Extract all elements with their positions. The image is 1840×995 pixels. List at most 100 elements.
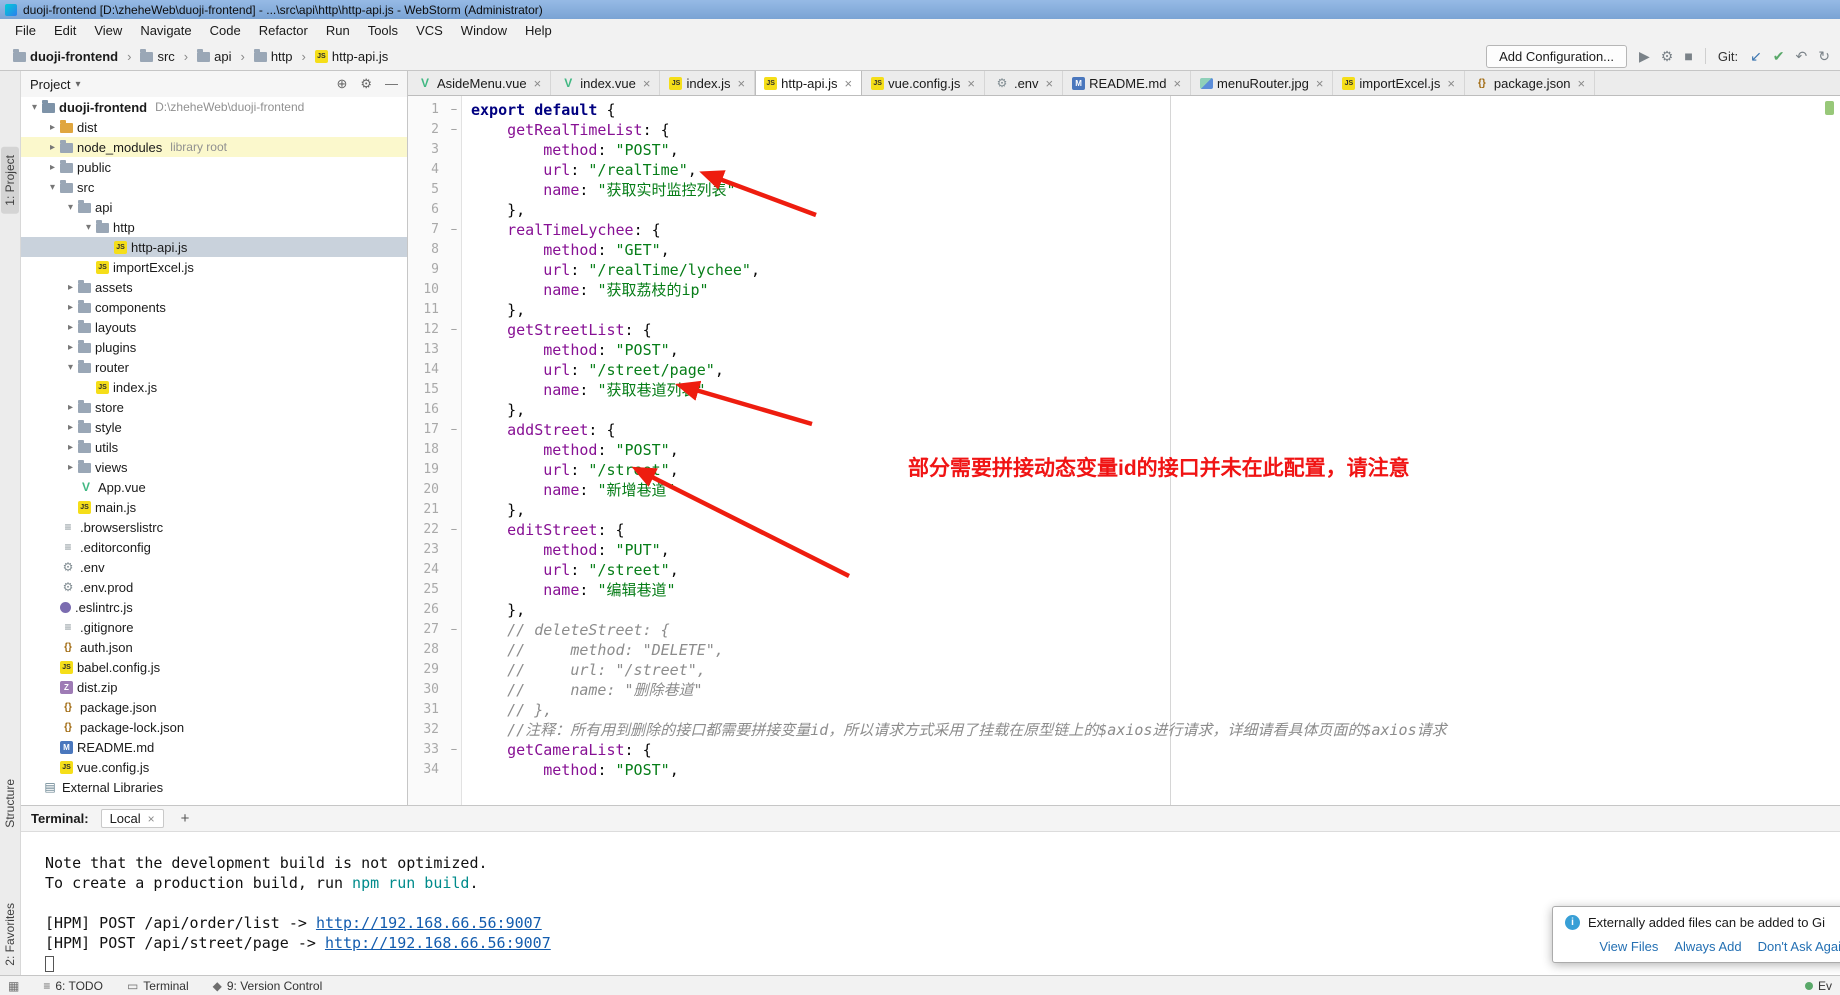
close-icon[interactable]: × (1316, 77, 1324, 90)
close-icon[interactable]: × (534, 77, 542, 90)
chevron-right-icon[interactable]: ▸ (63, 422, 78, 433)
tree-item-vue.config.js[interactable]: JSvue.config.js (21, 757, 407, 777)
chevron-right-icon[interactable]: ▸ (63, 442, 78, 453)
tree-item-plugins[interactable]: ▸plugins (21, 337, 407, 357)
menu-item-navigate[interactable]: Navigate (131, 20, 200, 41)
tree-item-.eslintrc.js[interactable]: .eslintrc.js (21, 597, 407, 617)
close-icon[interactable]: × (1447, 77, 1455, 90)
tree-item-.gitignore[interactable]: ≡.gitignore (21, 617, 407, 637)
tree-item-babel.config.js[interactable]: JSbabel.config.js (21, 657, 407, 677)
tool-button-project[interactable]: 1: Project (1, 147, 19, 214)
tab-vue.config.js[interactable]: JSvue.config.js× (862, 71, 985, 95)
tree-item-package.json[interactable]: {}package.json (21, 697, 407, 717)
tree-item-.browserslistrc[interactable]: ≡.browserslistrc (21, 517, 407, 537)
tree-item-store[interactable]: ▸store (21, 397, 407, 417)
breadcrumb-item[interactable]: JShttp-api.js (312, 47, 391, 66)
history-icon[interactable]: ↻ (1818, 49, 1830, 63)
chevron-down-icon[interactable]: ▾ (75, 79, 80, 90)
tab-README.md[interactable]: MREADME.md× (1063, 71, 1191, 95)
close-icon[interactable]: × (148, 812, 155, 826)
tree-item-dist.zip[interactable]: Zdist.zip (21, 677, 407, 697)
tool-button-favorites[interactable]: 2: Favorites (1, 895, 19, 974)
status-todo[interactable]: ≡6: TODO (43, 979, 103, 993)
chevron-right-icon[interactable]: ▸ (63, 462, 78, 473)
event-log-indicator[interactable]: Ev (1805, 979, 1832, 993)
status-version-control[interactable]: ◆9: Version Control (213, 979, 323, 993)
tree-item-layouts[interactable]: ▸layouts (21, 317, 407, 337)
menu-item-refactor[interactable]: Refactor (250, 20, 317, 41)
close-icon[interactable]: × (643, 77, 651, 90)
tree-item-README.md[interactable]: MREADME.md (21, 737, 407, 757)
update-project-icon[interactable]: ↙ (1750, 49, 1762, 63)
fold-marker[interactable]: − (446, 420, 462, 440)
menu-item-code[interactable]: Code (201, 20, 250, 41)
chevron-right-icon[interactable]: ▸ (63, 302, 78, 313)
chevron-right-icon[interactable]: ▸ (45, 122, 60, 133)
tree-item-main.js[interactable]: JSmain.js (21, 497, 407, 517)
tab-index.js[interactable]: JSindex.js× (660, 71, 755, 95)
add-configuration-button[interactable]: Add Configuration... (1486, 45, 1627, 68)
tab-menuRouter.jpg[interactable]: menuRouter.jpg× (1191, 71, 1333, 95)
notification-link[interactable]: Always Add (1674, 939, 1741, 954)
tree-item-components[interactable]: ▸components (21, 297, 407, 317)
tree-item-App.vue[interactable]: VApp.vue (21, 477, 407, 497)
chevron-right-icon[interactable]: ▸ (45, 142, 60, 153)
menu-item-run[interactable]: Run (317, 20, 359, 41)
menu-item-file[interactable]: File (6, 20, 45, 41)
tab-.env[interactable]: ⚙.env× (985, 71, 1063, 95)
close-icon[interactable]: × (845, 77, 853, 90)
tab-importExcel.js[interactable]: JSimportExcel.js× (1333, 71, 1465, 95)
tree-item-views[interactable]: ▸views (21, 457, 407, 477)
chevron-down-icon[interactable]: ▾ (63, 202, 78, 213)
menu-item-edit[interactable]: Edit (45, 20, 85, 41)
menu-item-window[interactable]: Window (452, 20, 516, 41)
tree-item-package-lock.json[interactable]: {}package-lock.json (21, 717, 407, 737)
tree-item-http[interactable]: ▾http (21, 217, 407, 237)
notification-link[interactable]: View Files (1599, 939, 1658, 954)
debug-icon[interactable]: ⚙ (1661, 49, 1674, 63)
notification-link[interactable]: Don't Ask Agai (1758, 939, 1840, 954)
close-icon[interactable]: × (1173, 77, 1181, 90)
run-icon[interactable]: ▶ (1639, 49, 1650, 63)
tab-index.vue[interactable]: Vindex.vue× (551, 71, 660, 95)
breadcrumb-item[interactable]: api (194, 47, 234, 66)
chevron-down-icon[interactable]: ▾ (45, 182, 60, 193)
menu-item-view[interactable]: View (85, 20, 131, 41)
chevron-right-icon[interactable]: ▸ (63, 282, 78, 293)
fold-marker[interactable]: − (446, 620, 462, 640)
close-icon[interactable]: × (967, 77, 975, 90)
tree-item-.editorconfig[interactable]: ≡.editorconfig (21, 537, 407, 557)
tree-item-.env.prod[interactable]: ⚙.env.prod (21, 577, 407, 597)
chevron-down-icon[interactable]: ▾ (63, 362, 78, 373)
tree-item-node_modules[interactable]: ▸node_moduleslibrary root (21, 137, 407, 157)
fold-marker[interactable]: − (446, 120, 462, 140)
chevron-right-icon[interactable]: ▸ (45, 162, 60, 173)
hide-panel-icon[interactable]: — (385, 76, 398, 92)
fold-marker[interactable]: − (446, 740, 462, 760)
settings-gear-icon[interactable]: ⚙ (360, 76, 372, 92)
tree-item-utils[interactable]: ▸utils (21, 437, 407, 457)
tree-item-router[interactable]: ▾router (21, 357, 407, 377)
tree-item-src[interactable]: ▾src (21, 177, 407, 197)
tree-item-api[interactable]: ▾api (21, 197, 407, 217)
tree-item-auth.json[interactable]: {}auth.json (21, 637, 407, 657)
chevron-right-icon[interactable]: ▸ (63, 342, 78, 353)
breadcrumb-item[interactable]: src (137, 47, 177, 66)
tab-http-api.js[interactable]: JShttp-api.js× (755, 71, 862, 95)
editor-body[interactable]: 1−export default {2− getRealTimeList: {3… (408, 96, 1840, 805)
fold-marker[interactable]: − (446, 320, 462, 340)
commit-icon[interactable]: ✔ (1773, 49, 1785, 63)
tree-item-style[interactable]: ▸style (21, 417, 407, 437)
new-terminal-button[interactable]: + (176, 810, 195, 827)
tree-item-duoji-frontend[interactable]: ▾duoji-frontendD:\zheheWeb\duoji-fronten… (21, 97, 407, 117)
fold-marker[interactable]: − (446, 220, 462, 240)
project-panel-title[interactable]: Project (30, 77, 70, 92)
chevron-down-icon[interactable]: ▾ (27, 102, 42, 113)
tree-item-public[interactable]: ▸public (21, 157, 407, 177)
close-icon[interactable]: × (1046, 77, 1054, 90)
tree-item-dist[interactable]: ▸dist (21, 117, 407, 137)
tool-window-switcher[interactable]: ▦ (8, 979, 19, 993)
terminal-link[interactable]: http://192.168.66.56:9007 (325, 934, 551, 952)
chevron-down-icon[interactable]: ▾ (81, 222, 96, 233)
breadcrumb-item[interactable]: http (251, 47, 296, 66)
